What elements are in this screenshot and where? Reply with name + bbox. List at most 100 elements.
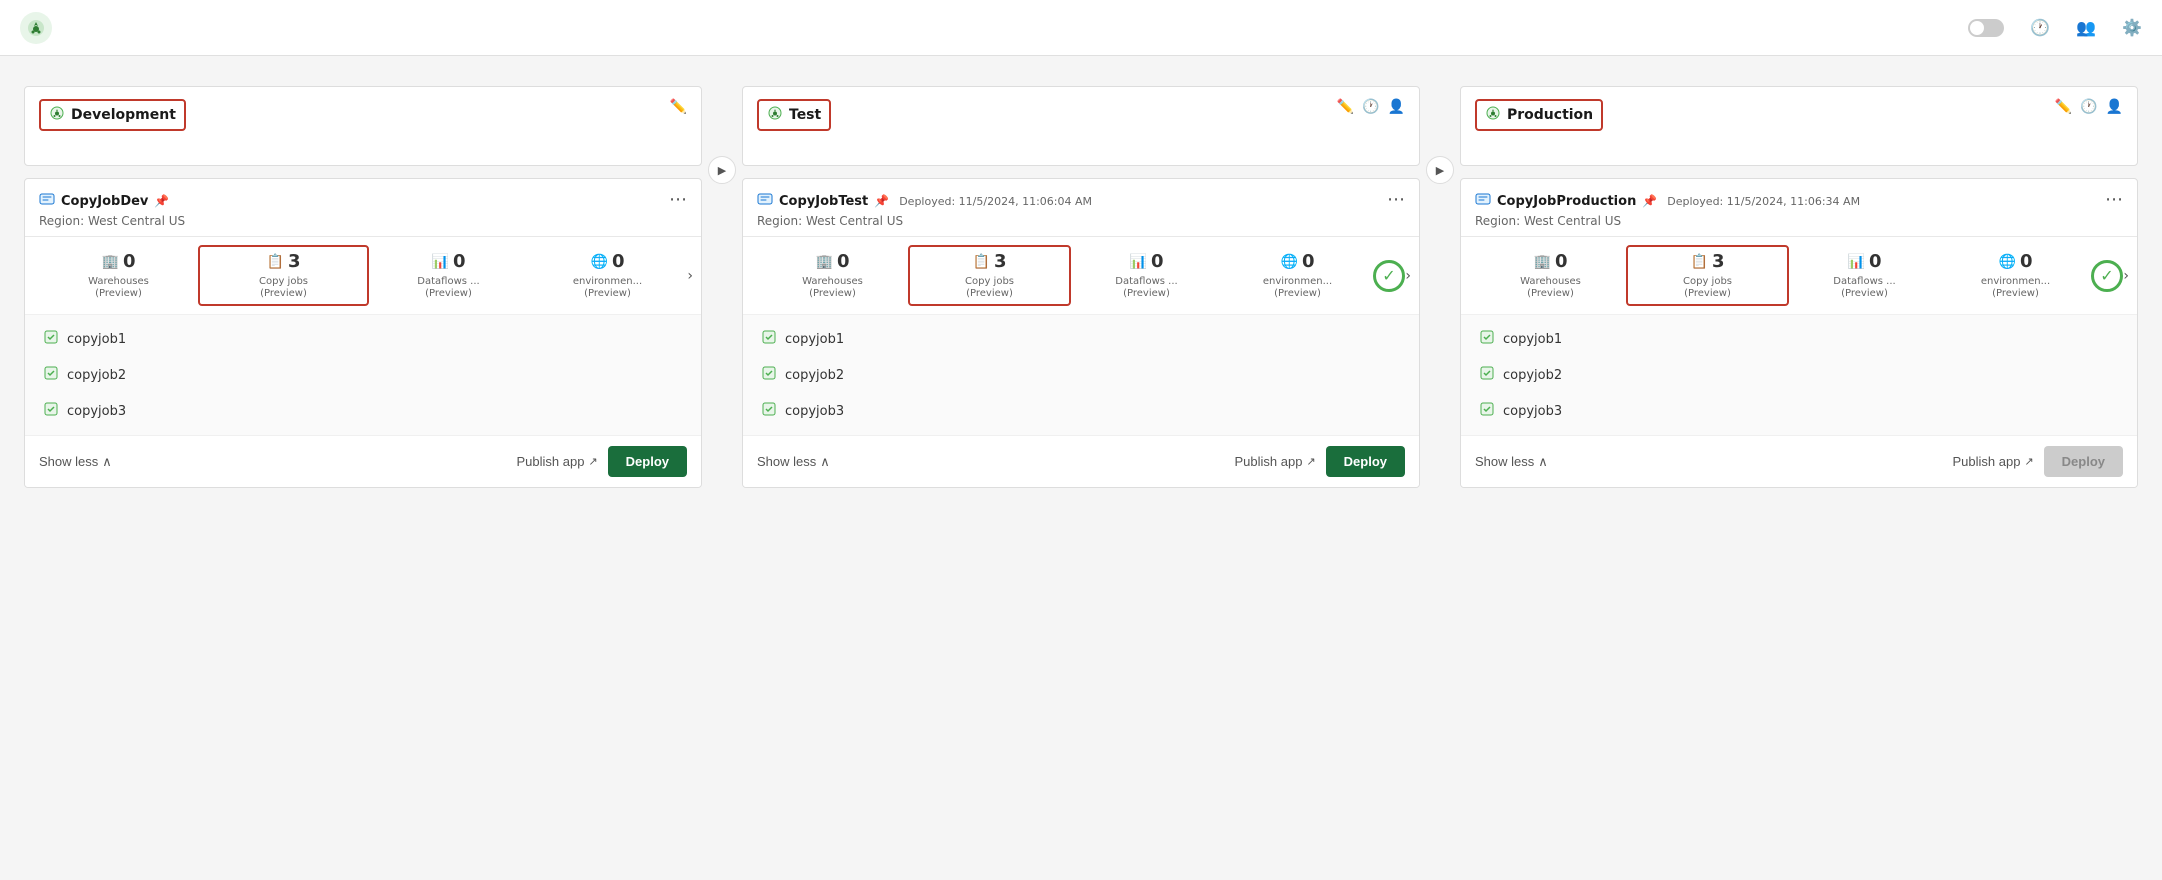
stat-label-test-3: environmen...(Preview) (1263, 276, 1332, 300)
stage-column-production: Production ✏️ 🕐 👤 (1460, 86, 2138, 488)
stat-item-production-0[interactable]: 🏢 0 Warehouses(Preview) (1475, 251, 1626, 300)
publish-app-button-production[interactable]: Publish app ↗ (1952, 454, 2033, 469)
list-item-name-test-0: copyjob1 (785, 332, 844, 347)
footer-right-test: Publish app ↗ Deploy (1234, 446, 1405, 477)
stat-item-production-3[interactable]: 🌐 0 environmen...(Preview) (1940, 251, 2091, 300)
stats-row-development: 🏢 0 Warehouses(Preview) 📋 3 Copy jobs(Pr… (25, 237, 701, 315)
stat-count-test-1: 3 (994, 251, 1007, 272)
deploy-button-development[interactable]: Deploy (608, 446, 687, 477)
footer-right-development: Publish app ↗ Deploy (516, 446, 687, 477)
card-header-left-production: CopyJobProduction 📌 Deployed: 11/5/2024,… (1475, 191, 1860, 228)
stats-arrow-test[interactable]: › (1405, 268, 1411, 284)
list-item-name-test-2: copyjob3 (785, 404, 844, 419)
list-item-test-1: copyjob2 (757, 359, 1405, 391)
stat-item-development-1[interactable]: 📋 3 Copy jobs(Preview) (198, 245, 369, 306)
card-menu-production[interactable]: ⋯ (2105, 191, 2123, 209)
card-menu-test[interactable]: ⋯ (1387, 191, 1405, 209)
card-menu-development[interactable]: ⋯ (669, 191, 687, 209)
deploy-label-development: Deploy (626, 454, 669, 469)
stat-item-production-1[interactable]: 📋 3 Copy jobs(Preview) (1626, 245, 1789, 306)
settings-icon[interactable]: ⚙️ (2122, 18, 2142, 37)
stat-icon-production-3: 🌐 (1999, 254, 2016, 270)
external-link-icon-test: ↗ (1306, 455, 1315, 468)
list-item-production-0: copyjob1 (1475, 323, 2123, 355)
stage-name-badge-production: Production (1475, 99, 1603, 131)
stat-icon-development-0: 🏢 (102, 254, 119, 270)
stat-count-development-0: 0 (123, 251, 136, 272)
history-stage-icon-production[interactable]: 🕐 (2080, 99, 2097, 115)
list-item-icon-development-2 (43, 401, 59, 421)
stat-item-development-0[interactable]: 🏢 0 Warehouses(Preview) (39, 251, 198, 300)
stat-item-development-2[interactable]: 📊 0 Dataflows ...(Preview) (369, 251, 528, 300)
stat-item-production-2[interactable]: 📊 0 Dataflows ...(Preview) (1789, 251, 1940, 300)
stage-name-production: Production (1507, 107, 1593, 123)
card-title-icon-test (757, 191, 773, 211)
stat-icon-development-1: 📋 (267, 254, 284, 270)
history-icon: 🕐 (2030, 18, 2050, 37)
deploy-button-production[interactable]: Deploy (2044, 446, 2123, 477)
pipeline-arrow-2: ▶ (1420, 86, 1460, 184)
main-content: Development ✏️ (0, 56, 2162, 880)
show-less-button-production[interactable]: Show less ∧ (1475, 454, 1548, 470)
stat-label-production-3: environmen...(Preview) (1981, 276, 2050, 300)
publish-app-button-development[interactable]: Publish app ↗ (516, 454, 597, 469)
manage-access-button[interactable]: 👥 (2076, 18, 2102, 37)
assign-stage-icon-production[interactable]: 👤 (2106, 99, 2123, 115)
show-less-label-development: Show less (39, 454, 98, 469)
stat-count-production-3: 0 (2020, 251, 2033, 272)
stat-label-development-2: Dataflows ...(Preview) (417, 276, 479, 300)
stat-count-production-1: 3 (1712, 251, 1725, 272)
deployment-history-button[interactable]: 🕐 (2030, 18, 2056, 37)
arrow-button-1[interactable]: ▶ (708, 156, 736, 184)
stage-badge-icon-test (767, 105, 783, 125)
stats-arrow-production[interactable]: › (2123, 268, 2129, 284)
edit-stage-icon-production[interactable]: ✏️ (2055, 99, 2072, 115)
stat-icon-production-2: 📊 (1848, 254, 1865, 270)
card-header-test: CopyJobTest 📌 Deployed: 11/5/2024, 11:06… (743, 179, 1419, 236)
stage-card-development: CopyJobDev 📌 Region: West Central US ⋯ 🏢… (24, 178, 702, 488)
stat-label-test-1: Copy jobs(Preview) (965, 276, 1014, 300)
list-item-icon-test-0 (761, 329, 777, 349)
edit-stage-icon-test[interactable]: ✏️ (1337, 99, 1354, 115)
list-item-production-1: copyjob2 (1475, 359, 2123, 391)
stat-item-test-3[interactable]: 🌐 0 environmen...(Preview) (1222, 251, 1373, 300)
stat-count-development-2: 0 (453, 251, 466, 272)
deploy-label-production: Deploy (2062, 454, 2105, 469)
stat-item-test-0[interactable]: 🏢 0 Warehouses(Preview) (757, 251, 908, 300)
stat-item-test-1[interactable]: 📋 3 Copy jobs(Preview) (908, 245, 1071, 306)
stat-item-test-2[interactable]: 📊 0 Dataflows ...(Preview) (1071, 251, 1222, 300)
stat-count-production-0: 0 (1555, 251, 1568, 272)
stage-name-badge-development: Development (39, 99, 186, 131)
stat-icon-production-0: 🏢 (1534, 254, 1551, 270)
external-link-icon-development: ↗ (588, 455, 597, 468)
list-item-name-development-0: copyjob1 (67, 332, 126, 347)
edit-stage-icon-development[interactable]: ✏️ (670, 99, 687, 115)
show-less-button-test[interactable]: Show less ∧ (757, 454, 830, 470)
list-item-name-development-1: copyjob2 (67, 368, 126, 383)
external-link-icon-production: ↗ (2024, 455, 2033, 468)
list-item-name-production-2: copyjob3 (1503, 404, 1562, 419)
stats-arrow-development[interactable]: › (687, 268, 693, 284)
card-footer-test: Show less ∧ Publish app ↗ Deploy (743, 435, 1419, 487)
assign-stage-icon-test[interactable]: 👤 (1388, 99, 1405, 115)
show-less-button-development[interactable]: Show less ∧ (39, 454, 112, 470)
list-item-development-0: copyjob1 (39, 323, 687, 355)
card-deployed-production: Deployed: 11/5/2024, 11:06:34 AM (1667, 195, 1860, 208)
deploy-button-test[interactable]: Deploy (1326, 446, 1405, 477)
toggle-switch[interactable] (1968, 19, 2004, 37)
card-title-test: CopyJobTest (779, 194, 868, 209)
items-list-production: copyjob1 copyjob2 copyjob3 (1461, 315, 2137, 435)
card-title-production: CopyJobProduction (1497, 194, 1636, 209)
publish-app-button-test[interactable]: Publish app ↗ (1234, 454, 1315, 469)
history-stage-icon-test[interactable]: 🕐 (1362, 99, 1379, 115)
stage-header-left-development: Development (39, 99, 186, 131)
stat-icon-test-1: 📋 (973, 254, 990, 270)
stat-item-development-3[interactable]: 🌐 0 environmen...(Preview) (528, 251, 687, 300)
arrow-button-2[interactable]: ▶ (1426, 156, 1454, 184)
stage-name-test: Test (789, 107, 821, 123)
stage-card-production: CopyJobProduction 📌 Deployed: 11/5/2024,… (1460, 178, 2138, 488)
header-actions: 🕐 👥 ⚙️ (1968, 18, 2142, 37)
new-deployment-pipelines-toggle[interactable] (1968, 19, 2010, 37)
stage-card-test: CopyJobTest 📌 Deployed: 11/5/2024, 11:06… (742, 178, 1420, 488)
list-item-icon-production-2 (1479, 401, 1495, 421)
